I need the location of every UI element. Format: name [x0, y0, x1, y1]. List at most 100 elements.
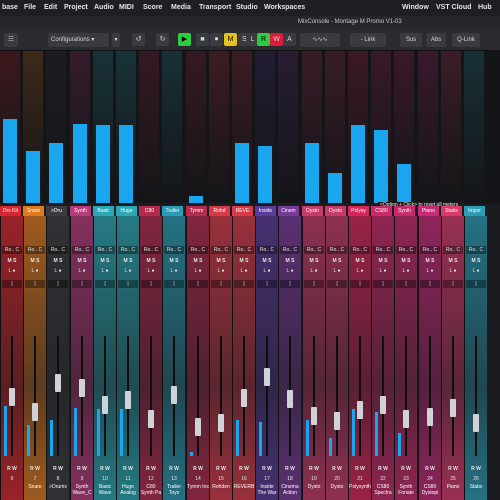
routing-selector[interactable]: Ro.. C: [48, 246, 68, 254]
routing-selector[interactable]: Ro.. C: [466, 246, 486, 254]
read-write-buttons[interactable]: R W: [280, 466, 300, 472]
pan-control[interactable]: |: [350, 280, 370, 288]
channel-name-tab[interactable]: CS80: [371, 206, 392, 216]
mute-solo-buttons[interactable]: M S: [95, 258, 115, 264]
routing-selector[interactable]: Ro.. C: [164, 246, 184, 254]
channel-bottom-name[interactable]: >Drums: [47, 484, 69, 490]
meter-column[interactable]: [0, 51, 20, 203]
suspend-button[interactable]: Sus: [400, 33, 422, 47]
pan-control[interactable]: |: [420, 280, 440, 288]
write-mode-button[interactable]: W: [270, 33, 283, 46]
channel-name-tab[interactable]: Cinem: [278, 206, 299, 216]
volume-fader[interactable]: [450, 398, 456, 417]
pan-control[interactable]: |: [118, 280, 138, 288]
mute-solo-buttons[interactable]: M S: [280, 258, 300, 264]
meter-column[interactable]: [255, 51, 275, 203]
read-write-buttons[interactable]: R W: [350, 466, 370, 472]
channel-bottom-name[interactable]: Synth Wave_C: [71, 484, 93, 496]
routing-selector[interactable]: Ro.. C: [188, 246, 208, 254]
volume-fader[interactable]: [473, 414, 479, 433]
configurations-dropdown[interactable]: Configurations ▾: [48, 33, 109, 47]
volume-fader[interactable]: [218, 414, 224, 433]
routing-selector[interactable]: Ro.. C: [420, 246, 440, 254]
routing-selector[interactable]: Ro.. C: [211, 246, 231, 254]
meter-column[interactable]: [162, 51, 182, 203]
menu-transport[interactable]: Transport: [199, 4, 231, 11]
channel-name-tab[interactable]: Stabs: [441, 206, 462, 216]
channel-bottom-name[interactable]: Piano: [442, 484, 464, 490]
volume-fader[interactable]: [287, 390, 293, 408]
menu-vst-cloud[interactable]: VST Cloud: [436, 4, 471, 11]
channel-name-tab[interactable]: >Dru: [46, 206, 67, 216]
mute-solo-buttons[interactable]: M S: [48, 258, 68, 264]
redo-button[interactable]: ↻: [156, 33, 169, 46]
volume-fader[interactable]: [264, 368, 270, 386]
listen-record-buttons[interactable]: L ●: [280, 268, 300, 274]
volume-fader[interactable]: [148, 409, 154, 428]
mute-solo-buttons[interactable]: M S: [25, 258, 45, 264]
channel-bottom-name[interactable]: C80 Synth Pa: [140, 484, 162, 496]
mute-solo-buttons[interactable]: M S: [211, 258, 231, 264]
volume-fader[interactable]: [334, 412, 340, 430]
read-write-buttons[interactable]: R W: [234, 466, 254, 472]
channel-bottom-name[interactable]: Polysynth: [349, 484, 371, 490]
listen-record-buttons[interactable]: L ●: [211, 268, 231, 274]
mute-solo-buttons[interactable]: M S: [164, 258, 184, 264]
mute-solo-buttons[interactable]: M S: [141, 258, 161, 264]
listen-record-buttons[interactable]: L ●: [420, 268, 440, 274]
routing-selector[interactable]: Ro.. C: [280, 246, 300, 254]
meter-column[interactable]: [116, 51, 136, 203]
volume-fader[interactable]: [311, 406, 317, 425]
pan-control[interactable]: |: [72, 280, 92, 288]
pan-control[interactable]: |: [280, 280, 300, 288]
channel-name-tab[interactable]: Synth: [70, 206, 91, 216]
listen-record-buttons[interactable]: L ●: [327, 268, 347, 274]
collapse-icon[interactable]: ▾: [112, 33, 120, 47]
read-write-buttons[interactable]: R W: [466, 466, 486, 472]
undo-button[interactable]: ↺: [132, 33, 145, 46]
volume-fader[interactable]: [9, 387, 15, 406]
menu-edit[interactable]: Edit: [44, 4, 57, 11]
volume-fader[interactable]: [195, 417, 201, 436]
channel-bottom-name[interactable]: Stabs: [465, 484, 487, 490]
volume-fader[interactable]: [357, 401, 363, 419]
read-write-buttons[interactable]: R W: [396, 466, 416, 472]
channel-name-tab[interactable]: Polysy: [348, 206, 369, 216]
pan-control[interactable]: |: [234, 280, 254, 288]
channel-name-tab[interactable]: Dysto: [302, 206, 323, 216]
channel-name-tab[interactable]: Drs Kit: [0, 206, 21, 216]
volume-fader[interactable]: [427, 407, 433, 426]
listen-record-buttons[interactable]: L ●: [396, 268, 416, 274]
channel-name-tab[interactable]: C80: [139, 206, 160, 216]
channel-bottom-name[interactable]: Cinema Action: [279, 484, 301, 496]
read-write-buttons[interactable]: R W: [373, 466, 393, 472]
absolute-button[interactable]: Abs: [426, 33, 446, 47]
channel-name-tab[interactable]: Inside: [255, 206, 276, 216]
listen-record-buttons[interactable]: L ●: [118, 268, 138, 274]
stop-button[interactable]: ■: [196, 33, 209, 46]
mute-solo-buttons[interactable]: M S: [234, 258, 254, 264]
channel-name-tab[interactable]: Rohd: [209, 206, 230, 216]
channel-bottom-name[interactable]: REVERB: [233, 484, 255, 490]
meter-column[interactable]: [348, 51, 368, 203]
listen-record-buttons[interactable]: L ●: [234, 268, 254, 274]
mute-solo-buttons[interactable]: M S: [304, 258, 324, 264]
channel-bottom-name[interactable]: Synth Foriate: [395, 484, 417, 496]
meter-column[interactable]: [325, 51, 345, 203]
menu-midi[interactable]: MIDI: [119, 4, 134, 11]
q-link-button[interactable]: Q-Link: [452, 33, 480, 47]
volume-fader[interactable]: [79, 379, 85, 397]
routing-selector[interactable]: Ro.. C: [2, 246, 22, 254]
listen-record-buttons[interactable]: L ●: [304, 268, 324, 274]
read-write-buttons[interactable]: R W: [188, 466, 208, 472]
volume-fader[interactable]: [125, 391, 131, 410]
menu-studio[interactable]: Studio: [236, 4, 258, 11]
volume-fader[interactable]: [171, 385, 177, 404]
channel-name-tab[interactable]: Imper: [464, 206, 485, 216]
menu-workspaces[interactable]: Workspaces: [264, 4, 305, 11]
routing-selector[interactable]: Ro.. C: [25, 246, 45, 254]
mute-solo-buttons[interactable]: M S: [420, 258, 440, 264]
channel-bottom-name[interactable]: CS80 Dystopi: [419, 484, 441, 496]
channel-bottom-name[interactable]: Inside The War: [256, 484, 278, 496]
read-mode-button[interactable]: R: [257, 33, 270, 46]
